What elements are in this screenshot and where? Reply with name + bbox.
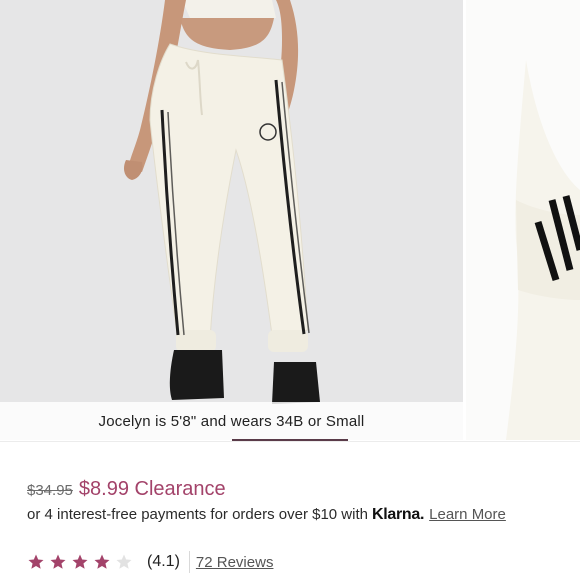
price-row: $34.95 $8.99 Clearance xyxy=(27,478,226,501)
star-filled-icon xyxy=(94,554,110,569)
original-price: $34.95 xyxy=(27,482,73,499)
divider xyxy=(0,441,580,442)
installment-text: or 4 interest-free payments for orders o… xyxy=(27,506,368,523)
model-size-caption: Jocelyn is 5'8" and wears 34B or Small xyxy=(98,412,365,430)
sale-price: $8.99 Clearance xyxy=(78,478,226,500)
model-photo-illustration xyxy=(124,0,320,404)
reviews-link[interactable]: 72 Reviews xyxy=(196,554,274,571)
product-image-gallery[interactable]: Jocelyn is 5'8" and wears 34B or Small xyxy=(0,0,580,440)
star-rating[interactable] xyxy=(27,553,137,571)
rating-row: (4.1) 72 Reviews xyxy=(27,550,273,574)
star-filled-icon xyxy=(50,554,66,569)
cuff-detail-illustration xyxy=(506,60,580,440)
learn-more-link[interactable]: Learn More xyxy=(429,506,506,523)
installment-payment-info: or 4 interest-free payments for orders o… xyxy=(27,506,506,524)
rating-score: (4.1) xyxy=(147,553,180,570)
star-filled-icon xyxy=(72,554,88,569)
model-size-caption-bar: Jocelyn is 5'8" and wears 34B or Small xyxy=(0,402,463,440)
star-filled-icon xyxy=(28,554,44,569)
star-empty-icon xyxy=(116,554,132,569)
product-image-main[interactable]: Jocelyn is 5'8" and wears 34B or Small xyxy=(0,0,463,440)
klarna-logo: Klarna. xyxy=(372,506,425,523)
rating-separator xyxy=(188,551,190,573)
product-image-next[interactable] xyxy=(466,0,580,440)
